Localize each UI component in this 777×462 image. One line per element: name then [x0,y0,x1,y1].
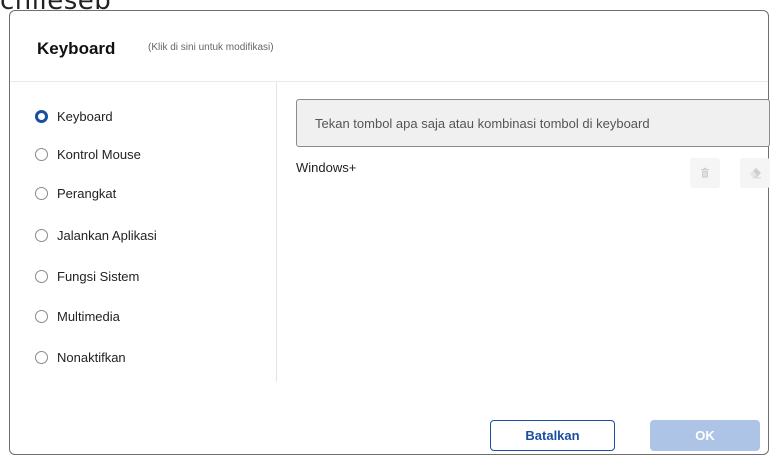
clear-button[interactable] [740,158,770,188]
ok-button[interactable]: OK [650,420,760,451]
dialog-header: Keyboard (Klik di sini untuk modifikasi) [10,11,768,82]
dialog-title: Keyboard [37,39,116,58]
radio-checked-icon[interactable] [35,109,48,123]
key-capture-input[interactable]: Tekan tombol apa saja atau kombinasi tom… [296,99,770,147]
cancel-button[interactable]: Batalkan [490,420,615,451]
option-label: Jalankan Aplikasi [57,227,157,243]
option-jalankan-aplikasi[interactable]: Jalankan Aplikasi [35,225,157,245]
trash-icon [701,167,709,178]
radio-unchecked-icon[interactable] [35,269,48,283]
option-multimedia[interactable]: Multimedia [35,306,120,326]
delete-button[interactable] [690,158,720,188]
option-kontrol-mouse[interactable]: Kontrol Mouse [35,144,141,164]
option-label: Fungsi Sistem [57,268,140,284]
keyboard-settings-dialog: Keyboard (Klik di sini untuk modifikasi)… [9,10,770,455]
radio-unchecked-icon[interactable] [35,186,48,200]
keyboard-config-panel: Tekan tombol apa saja atau kombinasi tom… [277,82,770,382]
radio-unchecked-icon[interactable] [35,309,48,323]
radio-unchecked-icon[interactable] [35,350,48,364]
option-nonaktifkan[interactable]: Nonaktifkan [35,347,126,367]
modify-hint-link[interactable]: (Klik di sini untuk modifikasi) [148,42,274,53]
option-perangkat[interactable]: Perangkat [35,183,116,203]
option-fungsi-sistem[interactable]: Fungsi Sistem [35,266,139,286]
key-capture-placeholder: Tekan tombol apa saja atau kombinasi tom… [315,115,650,131]
function-type-list: Keyboard Kontrol Mouse Perangkat Jalanka… [10,82,277,382]
option-label: Kontrol Mouse [57,146,141,162]
option-label: Nonaktifkan [57,349,126,365]
eraser-icon [749,168,761,179]
key-combination-display: Windows+ [296,160,357,175]
radio-unchecked-icon[interactable] [35,147,48,161]
radio-unchecked-icon[interactable] [35,228,48,242]
option-label: Multimedia [57,308,120,324]
option-label: Perangkat [57,185,117,201]
option-keyboard[interactable]: Keyboard [35,106,113,126]
option-label: Keyboard [57,108,113,124]
